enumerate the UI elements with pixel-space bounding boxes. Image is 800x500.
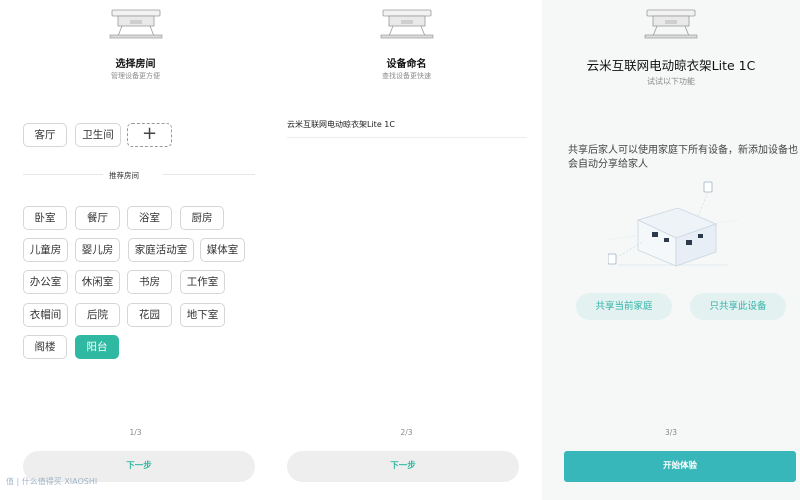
watermark-text: 值 | 什么值得买 XIAOSHI [6,477,98,486]
next-button[interactable]: 下一步 [287,451,519,482]
room-chip-bathroom[interactable]: 卫生间 [75,123,121,147]
page-subtitle: 试试以下功能 [647,77,695,86]
share-home-button[interactable]: 共享当前家庭 [576,293,672,320]
device-name-input[interactable]: 云米互联网电动晾衣架Lite 1C [287,119,395,130]
room-chip-nursery[interactable]: 婴儿房 [75,238,120,262]
share-description: 共享后家人可以使用家庭下所有设备，新添加设备也会自动分享给家人 [568,145,798,170]
share-device-button[interactable]: 只共享此设备 [690,293,786,320]
device-name-underline [287,137,527,138]
room-chip-attic[interactable]: 阁楼 [23,335,67,359]
recommend-label: 推荐房间 [109,171,139,180]
room-chip-garden[interactable]: 花园 [127,303,172,327]
home-sharing-illustration-icon [608,181,738,267]
clothes-rack-icon [644,9,698,39]
start-experience-button[interactable]: 开始体验 [564,451,796,482]
room-chip-workroom[interactable]: 工作室 [180,270,225,294]
page-subtitle: 查找设备更快速 [382,72,431,80]
page-subtitle: 管理设备更方便 [111,72,160,80]
room-chip-kitchen[interactable]: 厨房 [180,206,224,230]
add-room-button[interactable]: + [127,123,172,147]
room-chip-balcony-selected[interactable]: 阳台 [75,335,119,359]
room-chip-study[interactable]: 书房 [127,270,172,294]
room-chip-family-room[interactable]: 家庭活动室 [128,238,194,262]
step-indicator: 2/3 [400,428,413,437]
step2-panel: 设备命名 查找设备更快速 云米互联网电动晾衣架Lite 1C 2/3 下一步 [271,0,542,500]
step-indicator: 1/3 [129,428,142,437]
divider-left [23,174,103,175]
room-chip-office[interactable]: 办公室 [23,270,68,294]
page-title: 选择房间 [115,59,156,70]
room-chip-kids-room[interactable]: 儿童房 [23,238,68,262]
room-chip-bathroom-2[interactable]: 浴室 [127,206,172,230]
room-chip-backyard[interactable]: 后院 [75,303,120,327]
clothes-rack-icon [109,9,162,39]
room-chip-lounge[interactable]: 休闲室 [75,270,120,294]
step1-panel: 选择房间 管理设备更方便 客厅 卫生间 + 推荐房间 卧室 餐厅 浴室 厨房 儿… [0,0,271,500]
room-chip-dining-room[interactable]: 餐厅 [75,206,120,230]
device-title: 云米互联网电动晾衣架Lite 1C [586,58,756,73]
room-chip-basement[interactable]: 地下室 [180,303,225,327]
room-chip-bedroom[interactable]: 卧室 [23,206,67,230]
room-chip-living-room[interactable]: 客厅 [23,123,67,147]
step-indicator: 3/3 [664,428,678,437]
room-chip-cloakroom[interactable]: 衣帽间 [23,303,68,327]
page-title: 设备命名 [386,59,427,70]
clothes-rack-icon [380,9,433,39]
step3-panel: 云米互联网电动晾衣架Lite 1C 试试以下功能 共享后家人可以使用家庭下所有设… [542,0,800,500]
room-chip-media-room[interactable]: 媒体室 [200,238,245,262]
divider-right [163,174,255,175]
